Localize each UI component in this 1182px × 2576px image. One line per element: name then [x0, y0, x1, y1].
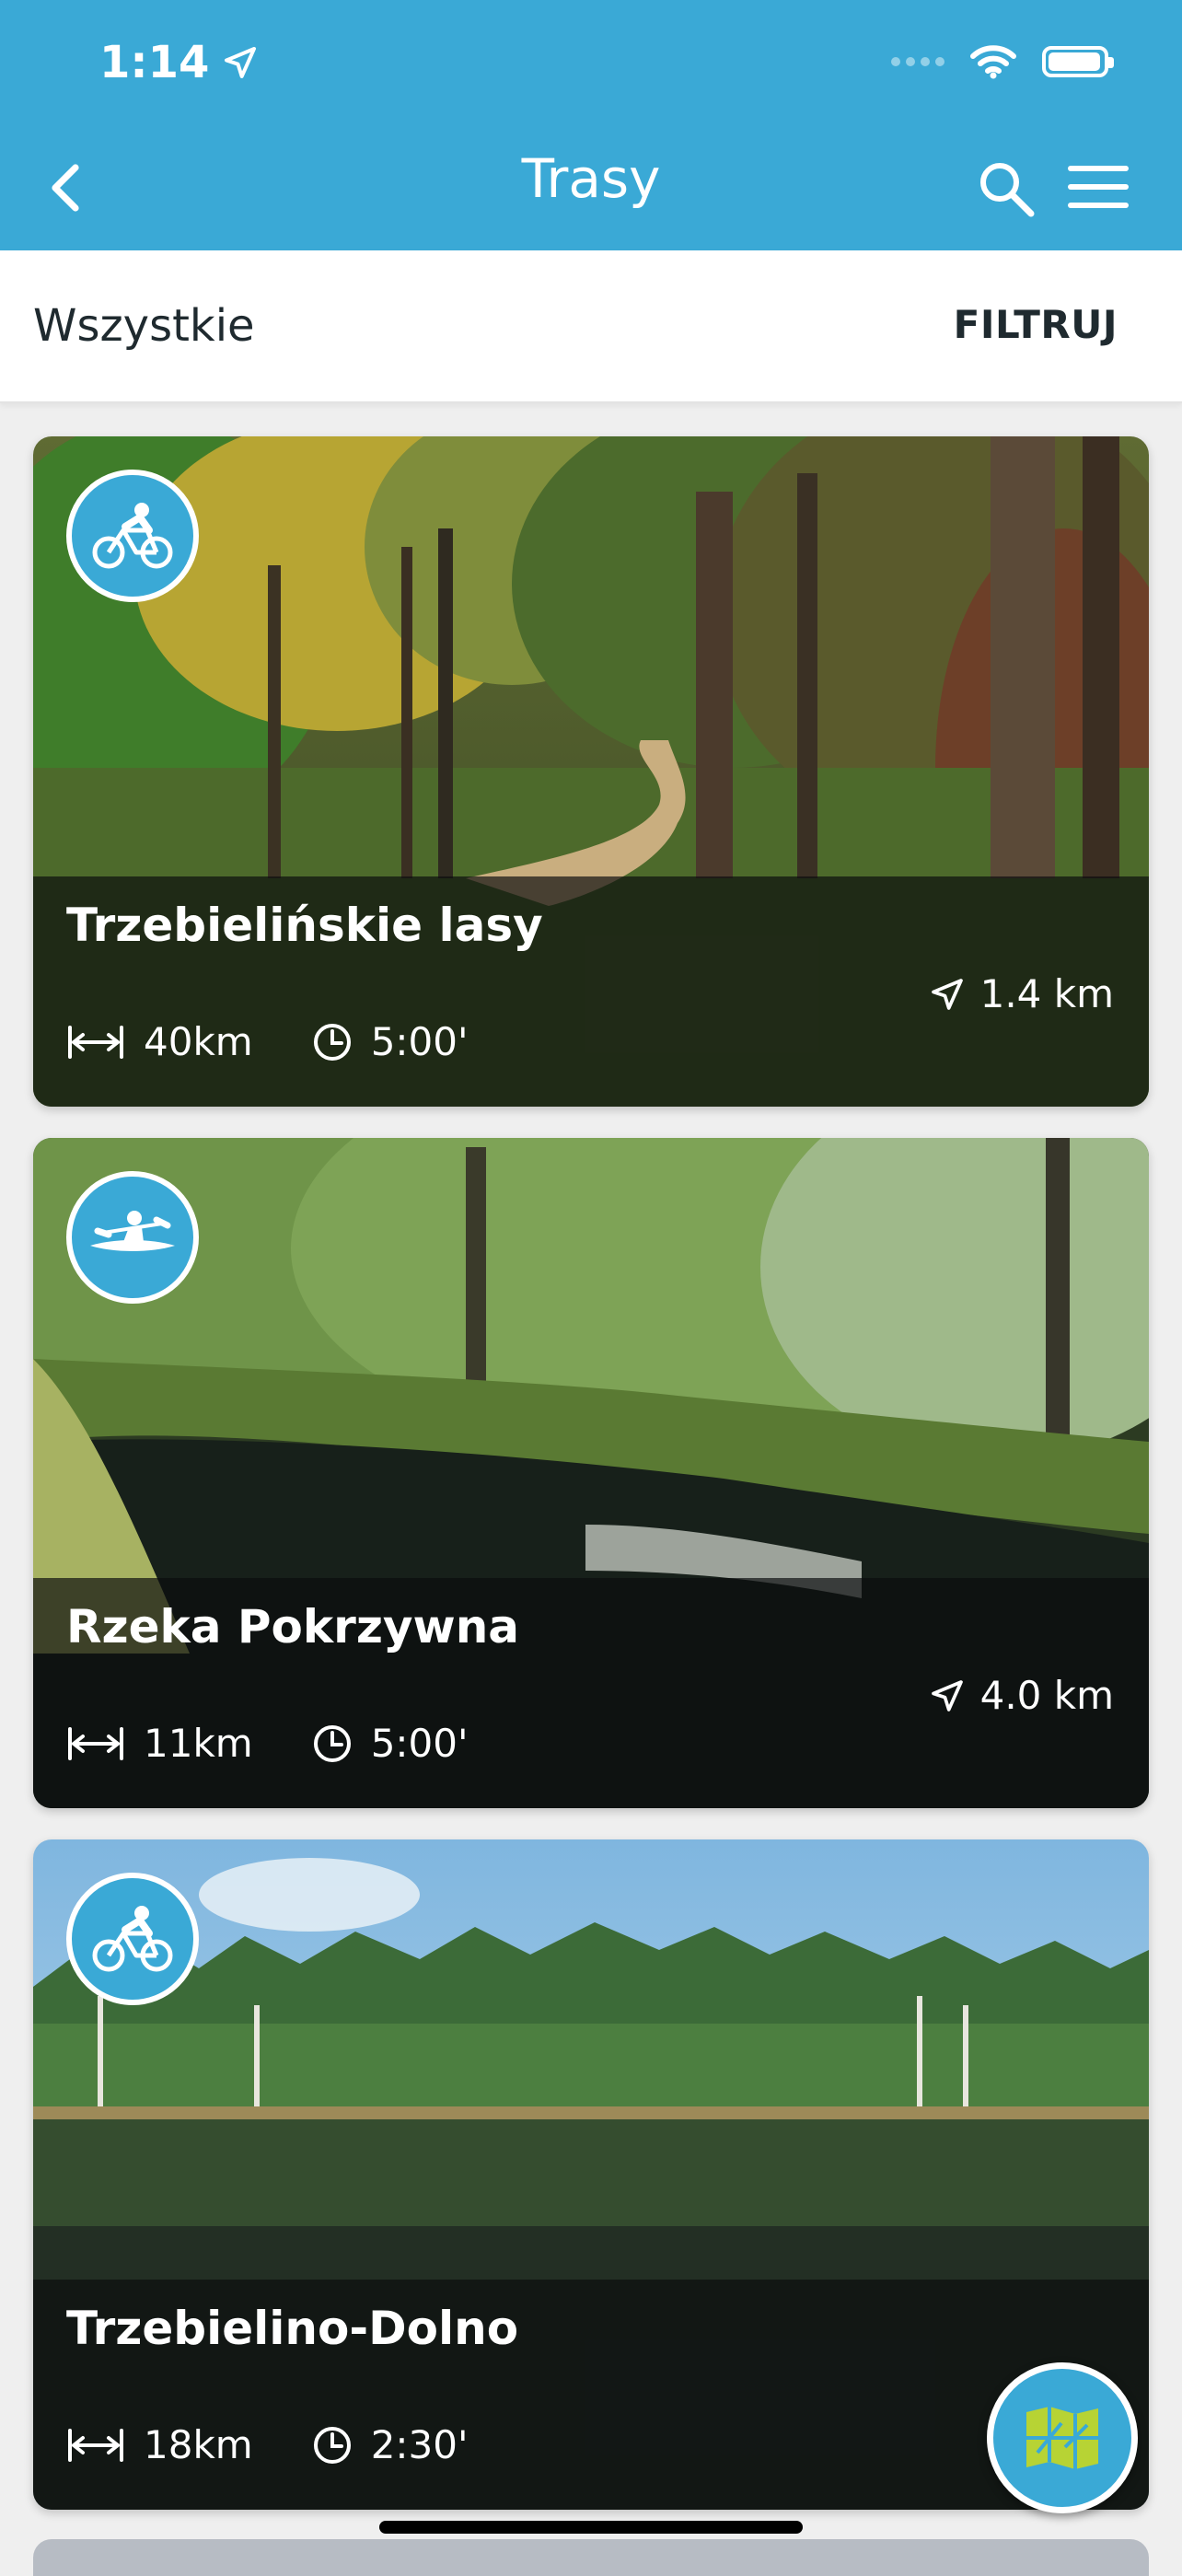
app-header: 1:14 Trasy: [0, 0, 1182, 250]
route-card[interactable]: Trzebielińskie lasy 40km 5:00' 1.4 km: [33, 436, 1149, 1107]
cellular-signal-icon: [891, 57, 944, 66]
length-icon: [68, 1025, 123, 1059]
map-view-button[interactable]: [987, 2362, 1138, 2513]
location-arrow-icon: [225, 47, 257, 78]
route-length: 40km: [144, 1019, 253, 1064]
filter-button[interactable]: FILTRUJ: [954, 302, 1118, 347]
status-time: 1:14: [99, 37, 259, 88]
route-distance: 4.0 km: [929, 1673, 1114, 1718]
bike-icon: [92, 503, 173, 569]
kayak-icon: [90, 1211, 175, 1251]
route-duration: 5:00': [370, 1019, 469, 1064]
route-card[interactable]: Rzeka Pokrzywna 11km 5:00' 4.0 km: [33, 1138, 1149, 1808]
bike-icon: [92, 1906, 173, 1972]
route-type-badge: [66, 1171, 199, 1304]
route-type-badge: [66, 470, 199, 602]
home-indicator: [379, 2521, 803, 2534]
route-distance-value: 1.4 km: [979, 971, 1114, 1016]
route-type-badge: [66, 1873, 199, 2005]
category-label[interactable]: Wszystkie: [33, 300, 255, 352]
route-card-partial[interactable]: [33, 2539, 1149, 2576]
clock-icon: [313, 2426, 351, 2464]
length-icon: [68, 1726, 123, 1760]
route-meta: 11km 5:00': [66, 1721, 469, 1766]
length-icon: [68, 2428, 123, 2462]
route-title: Trzebielino-Dolno: [66, 2302, 519, 2355]
route-duration: 5:00': [370, 1721, 469, 1766]
route-meta: 18km 2:30': [66, 2422, 469, 2467]
wifi-icon: [970, 45, 1016, 79]
route-duration: 2:30': [370, 2422, 469, 2467]
navigation-arrow-icon: [931, 1679, 963, 1712]
route-distance: 1.4 km: [929, 971, 1114, 1016]
route-distance-value: 4.0 km: [979, 1673, 1114, 1718]
route-length: 11km: [144, 1721, 253, 1766]
route-title: Trzebielińskie lasy: [66, 899, 543, 952]
clock-icon: [313, 1023, 351, 1061]
route-title: Rzeka Pokrzywna: [66, 1600, 520, 1654]
clock-icon: [313, 1724, 351, 1762]
map-icon: [1026, 2407, 1098, 2469]
hamburger-menu-icon[interactable]: [1068, 164, 1129, 210]
battery-icon: [1042, 46, 1114, 77]
filter-bar: Wszystkie FILTRUJ: [0, 250, 1182, 403]
status-time-label: 1:14: [99, 37, 210, 88]
route-length: 18km: [144, 2422, 253, 2467]
route-card[interactable]: Trzebielino-Dolno 18km 2:30': [33, 1839, 1149, 2510]
navigation-arrow-icon: [931, 978, 963, 1010]
status-icons: [891, 44, 1114, 79]
search-icon[interactable]: [974, 157, 1038, 221]
route-meta: 40km 5:00': [66, 1019, 469, 1064]
